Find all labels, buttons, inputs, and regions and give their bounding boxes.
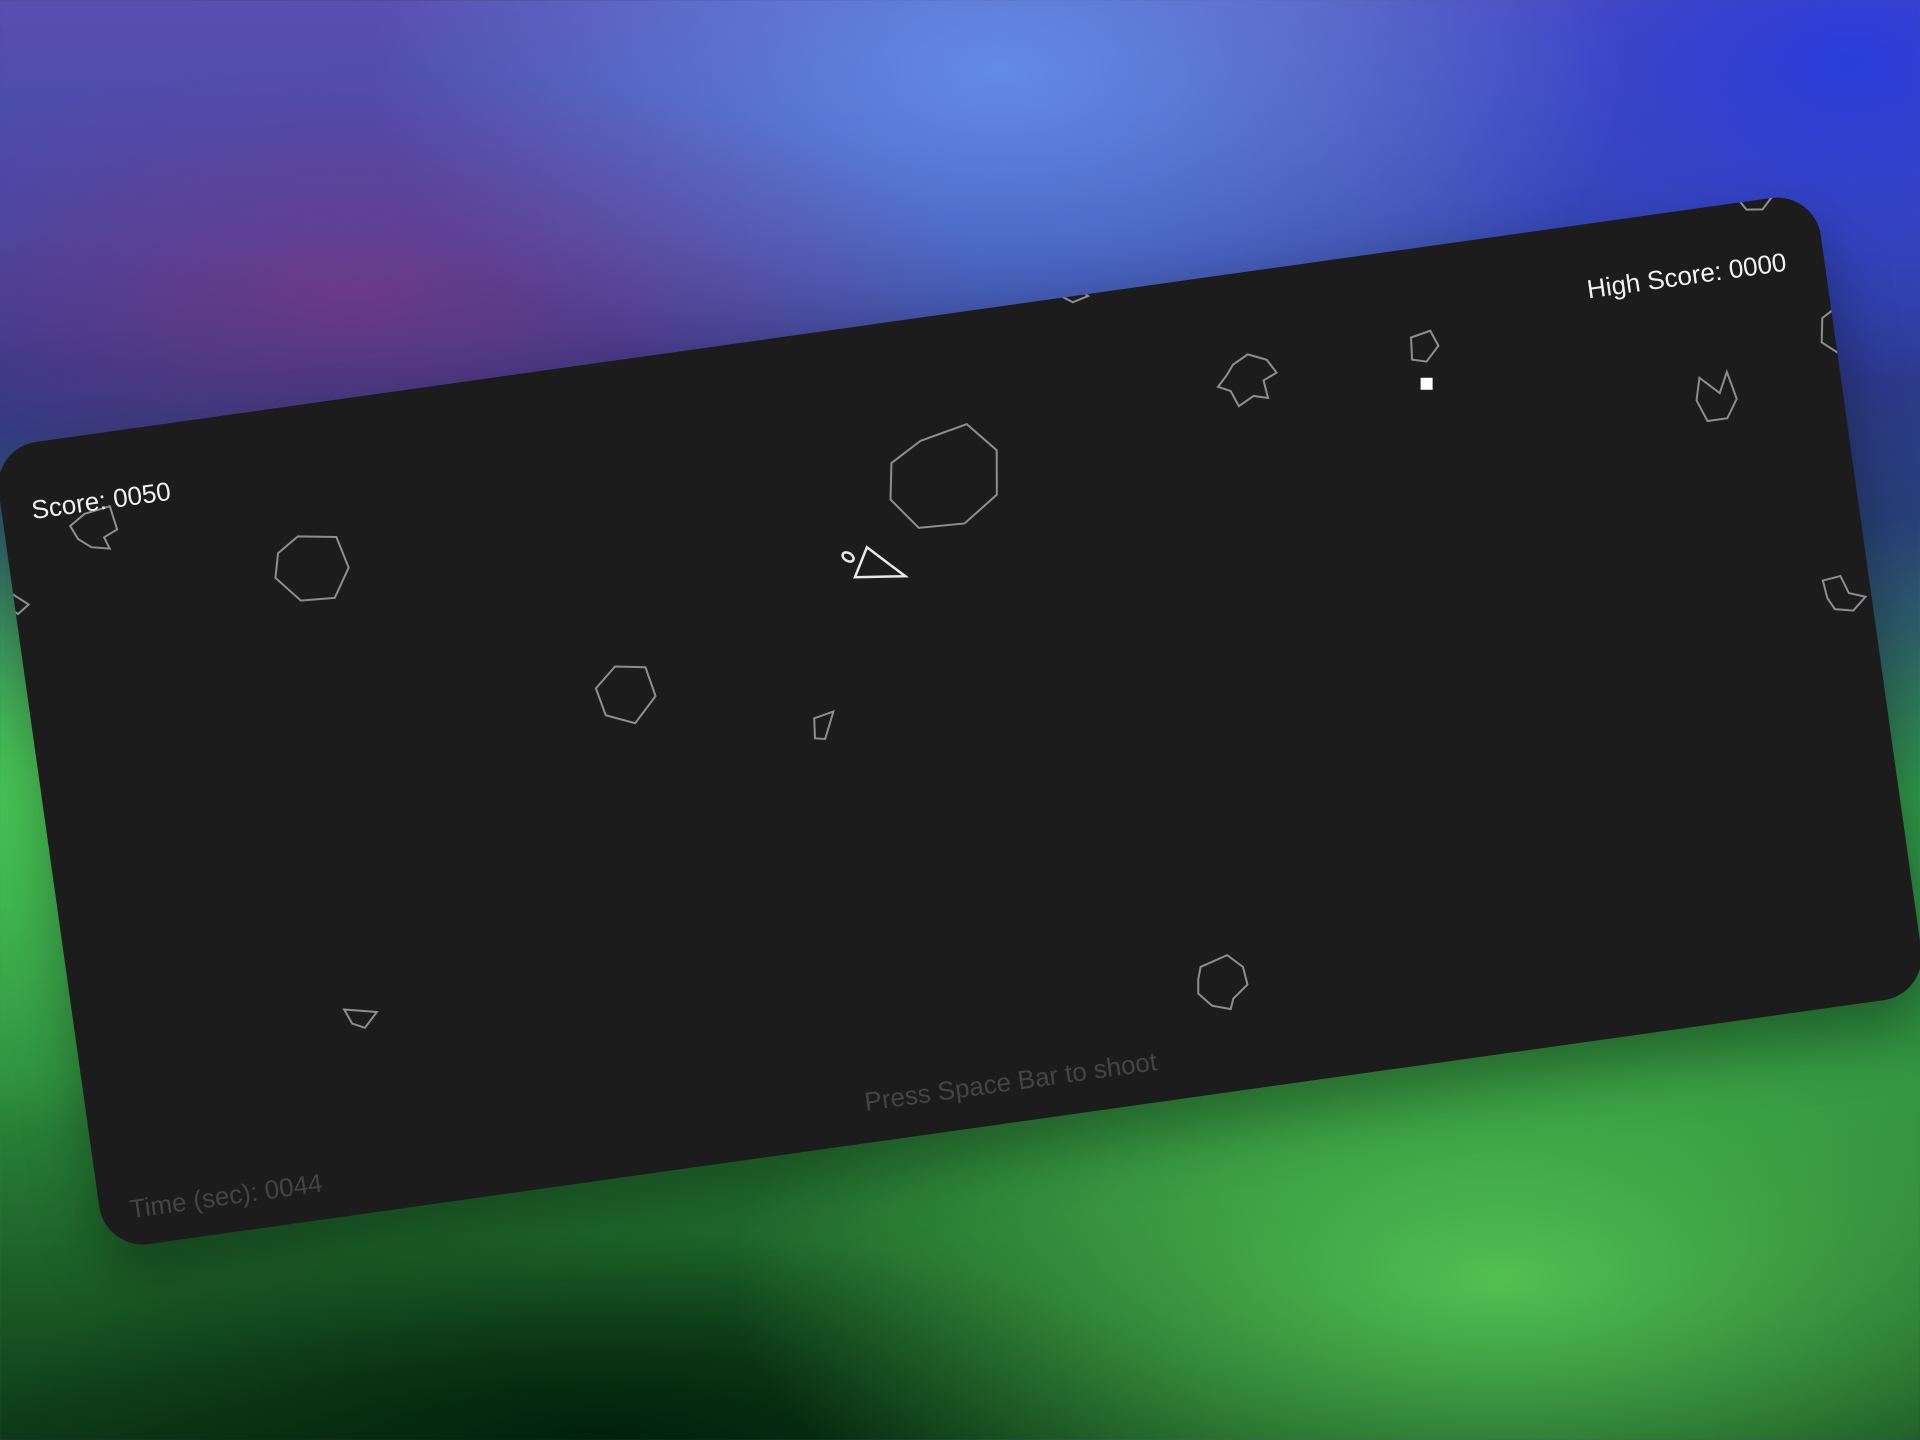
asteroid xyxy=(1409,329,1440,363)
asteroid xyxy=(274,535,350,602)
asteroid xyxy=(594,665,657,725)
ship-exhaust xyxy=(841,551,855,563)
asteroid xyxy=(1820,306,1843,354)
game-board[interactable]: Score: 0050 High Score: 0000 Press Space… xyxy=(0,191,1920,1251)
asteroid xyxy=(889,423,998,529)
asteroid xyxy=(342,1008,379,1029)
asteroid xyxy=(1737,193,1773,211)
player-ship xyxy=(853,545,909,579)
asteroid xyxy=(1821,574,1868,612)
asteroid xyxy=(1055,286,1091,304)
asteroid xyxy=(1216,353,1279,408)
asteroid xyxy=(813,709,835,740)
asteroid xyxy=(1197,953,1249,1011)
bullet xyxy=(1420,377,1433,390)
asteroid xyxy=(1695,368,1738,423)
asteroid xyxy=(7,593,31,616)
